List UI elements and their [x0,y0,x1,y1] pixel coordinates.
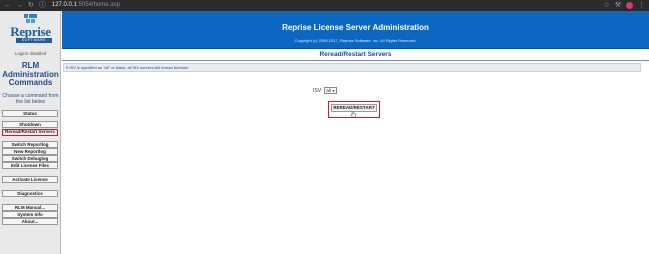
address-bar[interactable]: 127.0.0.1:5054/home.asp [52,0,120,11]
hand-cursor-icon [350,111,357,118]
sidebar: Reprise SOFTWARE Logins disabled RLM Adm… [0,11,61,254]
browser-toolbar: ← → ↻ ⓘ 127.0.0.1:5054/home.asp ☆ ⚒ ⋮ [0,0,649,11]
panel-title: RLM Administration Commands [2,61,59,87]
status-button[interactable]: Status [2,110,58,117]
header-banner: Reprise License Server Administration Co… [62,11,649,49]
logo-word: Reprise [10,24,51,39]
star-icon[interactable]: ☆ [603,0,609,11]
menu-icon[interactable]: ⋮ [638,0,645,11]
logo-subtitle: SOFTWARE [16,38,52,43]
new-reportlog-button[interactable]: New Reportlog [2,148,58,155]
reprise-logo: Reprise SOFTWARE [2,14,59,44]
choose-command-text: Choose a command from the list below [2,93,59,105]
reload-icon[interactable]: ↻ [28,0,34,11]
switch-reportlog-button[interactable]: Switch Reportlog [2,141,58,148]
shutdown-button[interactable]: Shutdown [2,121,58,128]
system-info-button[interactable]: System Info [2,211,58,218]
reread-restart-servers-button[interactable]: Reread/Restart Servers [2,128,58,136]
url-host: 127.0.0.1 [51,2,77,8]
chevron-down-icon: ▼ [331,88,336,93]
diagnostics-button[interactable]: Diagnostics [2,190,58,197]
isv-select[interactable]: all ▼ [324,87,338,94]
avatar[interactable] [626,2,633,9]
title-divider [62,60,649,61]
activate-license-button[interactable]: Activate License [2,176,58,183]
rlm-manual-button[interactable]: RLM Manual... [2,204,58,211]
copyright-text: Copyright (c) 2006-2017, Reprise Softwar… [294,38,417,43]
info-message: If ISV is specified as "all" or blank, a… [63,63,641,72]
isv-row: ISV: all ▼ [313,86,338,95]
url-path: :5054/home.asp [76,2,120,8]
page-title: Reread/Restart Servers [319,51,392,58]
switch-debuglog-button[interactable]: Switch Debuglog [2,155,58,162]
about-button[interactable]: About... [2,218,58,225]
app-title: Reprise License Server Administration [282,23,429,32]
forward-icon[interactable]: → [16,0,23,11]
extension-icon[interactable]: ⚒ [615,0,621,11]
reread-button-highlight: REREAD/RESTART [328,101,380,118]
back-icon[interactable]: ← [4,0,11,11]
isv-label: ISV: [313,87,323,94]
login-status: Logins disabled [14,51,47,56]
info-icon[interactable]: ⓘ [39,0,46,11]
edit-license-files-button[interactable]: Edit License Files [2,162,58,169]
isv-selected-value: all [326,88,331,93]
